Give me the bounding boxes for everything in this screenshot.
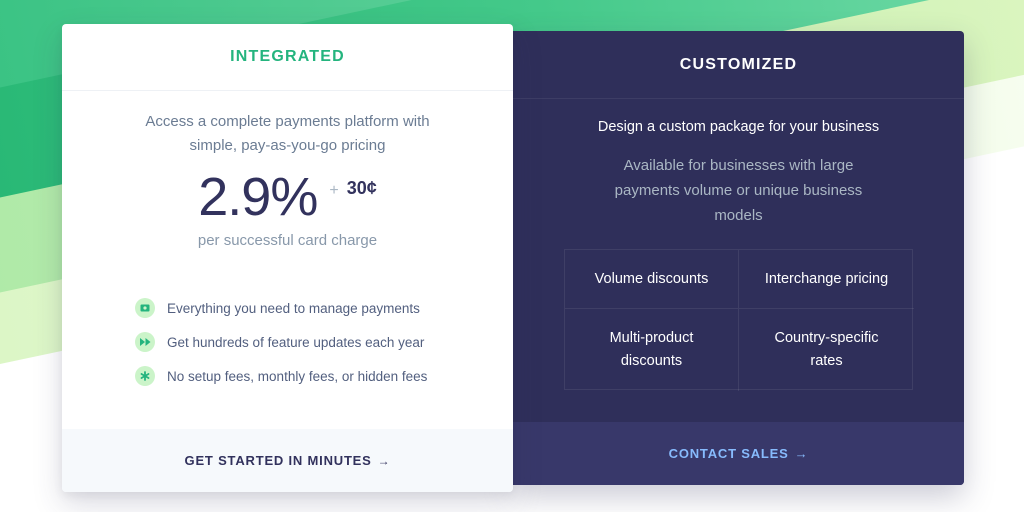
feature-item: Get hundreds of feature updates each yea… [135,325,513,359]
get-started-label: GET STARTED IN MINUTES [184,453,372,468]
money-icon [135,298,155,318]
customized-pricing-card: CUSTOMIZED Design a custom package for y… [513,31,964,485]
customized-header: CUSTOMIZED [513,31,964,99]
customized-lead: Design a custom package for your busines… [597,119,880,135]
customized-title: CUSTOMIZED [679,55,798,73]
feature-list: Everything you need to manage payments G… [62,291,513,393]
feature-text: Get hundreds of feature updates each yea… [167,334,425,350]
feature-item: No setup fees, monthly fees, or hidden f… [135,359,513,393]
price-row: 2.9% + 30¢ [62,166,513,228]
feature-text: No setup fees, monthly fees, or hidden f… [167,368,428,384]
arrow-right-icon: → [377,453,391,468]
option-interchange-pricing: Interchange pricing [739,250,914,309]
integrated-description: Access a complete payments platform with… [145,113,430,154]
contact-sales-button[interactable]: CONTACT SALES → [513,422,964,485]
customized-description: Available for businesses with large paym… [614,157,863,224]
integrated-title: INTEGRATED [230,48,345,65]
option-multi-product-discounts: Multi-product discounts [565,309,739,391]
price-percent: 2.9% [198,167,318,227]
contact-sales-label: CONTACT SALES [668,446,789,461]
integrated-header: INTEGRATED [62,24,513,91]
feature-text: Everything you need to manage payments [167,300,420,316]
arrow-right-icon: → [794,446,809,461]
integrated-pricing-card: INTEGRATED Access a complete payments pl… [62,24,513,492]
price-fixed-fee: 30¢ [346,178,377,198]
price-caption: per successful card charge [197,232,378,249]
option-country-specific-rates: Country-specific rates [774,330,879,369]
custom-options-grid: Volume discounts Interchange pricing Mul… [564,249,914,391]
feature-item: Everything you need to manage payments [135,291,513,325]
price-plus: + [329,182,339,199]
fast-forward-icon [135,332,155,352]
get-started-button[interactable]: GET STARTED IN MINUTES → [62,429,513,492]
option-volume-discounts: Volume discounts [565,250,739,309]
asterisk-icon [135,366,155,386]
